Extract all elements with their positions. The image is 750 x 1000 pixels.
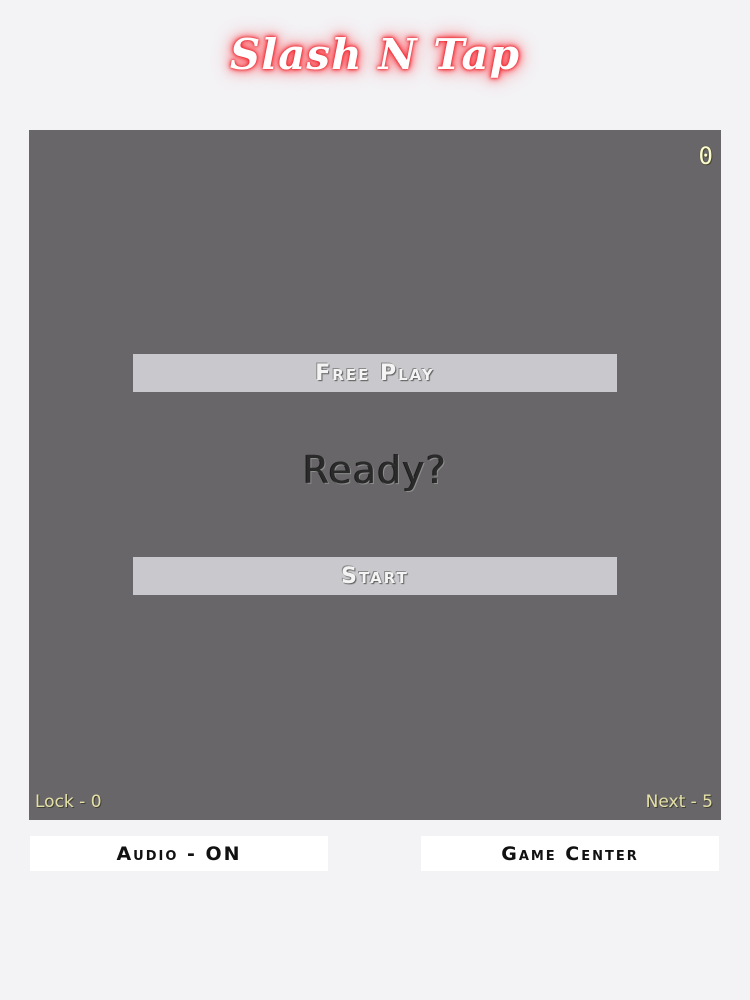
free-play-button[interactable]: Free Play (133, 354, 617, 392)
free-play-label: Free Play (315, 360, 435, 386)
audio-toggle-button[interactable]: Audio - ON (30, 836, 328, 871)
game-center-label: Game Center (501, 842, 639, 865)
game-board[interactable]: 0 Free Play Ready? Start Lock - 0 Next -… (29, 130, 721, 820)
start-button[interactable]: Start (133, 557, 617, 595)
game-center-button[interactable]: Game Center (421, 836, 719, 871)
score-counter: 0 (698, 142, 713, 170)
game-title: Slash N Tap (229, 30, 521, 79)
audio-toggle-label: Audio - ON (116, 842, 242, 865)
lock-counter: Lock - 0 (35, 792, 102, 812)
ready-prompt: Ready? (302, 448, 448, 492)
start-label: Start (341, 563, 409, 589)
next-counter: Next - 5 (645, 792, 713, 812)
